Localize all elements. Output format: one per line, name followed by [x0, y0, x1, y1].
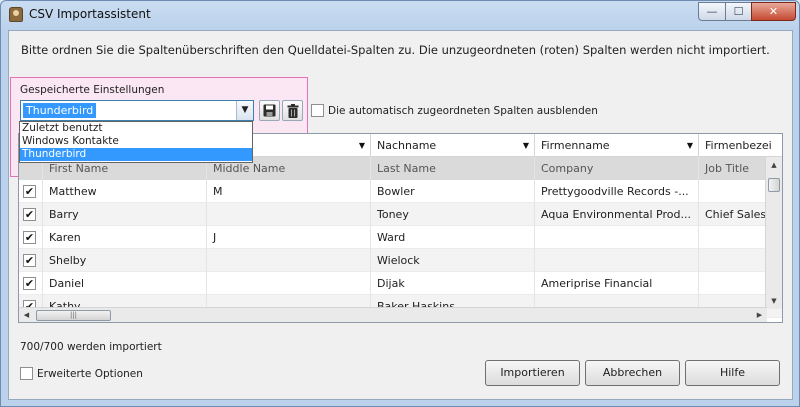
row-checkbox[interactable]: ✔: [23, 253, 36, 267]
import-button[interactable]: Importieren: [485, 360, 580, 386]
row-checkbox-cell[interactable]: ✔: [19, 203, 43, 226]
scroll-right-icon[interactable]: ▶: [752, 308, 767, 322]
hide-auto-mapped-option[interactable]: Die automatisch zugeordneten Spalten aus…: [311, 104, 598, 117]
header-label: Nachname: [377, 139, 437, 152]
chevron-down-icon[interactable]: ▼: [236, 101, 253, 120]
instruction-text: Bitte ordnen Sie die Spaltenüberschrifte…: [21, 43, 770, 57]
title-bar: CSV Importassistent — ☐ ✕: [1, 1, 799, 29]
table-cell: Aqua Environmental Prod...: [535, 203, 699, 226]
saved-settings-label: Gespeicherte Einstellungen: [20, 84, 165, 96]
vertical-scrollbar[interactable]: ▲ ▼: [765, 157, 782, 309]
app-icon: [9, 7, 23, 22]
row-checkbox[interactable]: ✔: [23, 276, 36, 290]
header-label: Firmenbezei: [705, 139, 772, 152]
table-cell: Matthew: [43, 180, 207, 203]
table-cell: Barry: [43, 203, 207, 226]
hide-auto-mapped-label: Die automatisch zugeordneten Spalten aus…: [328, 104, 598, 117]
table-cell: Daniel: [43, 272, 207, 295]
table-cell: [207, 249, 371, 272]
header-cell-last-name[interactable]: Nachname ▼: [371, 134, 535, 157]
row-checkbox-cell[interactable]: ✔: [19, 180, 43, 203]
horizontal-scroll-thumb[interactable]: |||: [36, 310, 111, 321]
row-checkbox-cell[interactable]: ✔: [19, 272, 43, 295]
row-checkbox-cell[interactable]: ✔: [19, 249, 43, 272]
table-cell: Wielock: [371, 249, 535, 272]
table-cell: Karen: [43, 226, 207, 249]
scroll-up-icon[interactable]: ▲: [766, 157, 782, 173]
help-button[interactable]: Hilfe: [685, 360, 780, 386]
header-label: Firmenname: [541, 139, 610, 152]
table-cell: Shelby: [43, 249, 207, 272]
horizontal-scrollbar[interactable]: ◀ ||| ▶: [19, 307, 767, 322]
chevron-down-icon[interactable]: ▼: [523, 134, 529, 156]
table-cell: [535, 226, 699, 249]
maximize-button[interactable]: ☐: [725, 2, 752, 21]
close-button[interactable]: ✕: [751, 2, 796, 21]
source-cell: Last Name: [371, 157, 535, 180]
delete-settings-button[interactable]: [282, 100, 303, 121]
table-cell: [207, 203, 371, 226]
table-cell: Bowler: [371, 180, 535, 203]
row-checkbox-cell[interactable]: ✔: [19, 226, 43, 249]
dropdown-item-thunderbird[interactable]: Thunderbird: [20, 148, 252, 161]
source-cell: Company: [535, 157, 699, 180]
import-status-text: 700/700 werden importiert: [20, 341, 162, 353]
minimize-button[interactable]: —: [698, 2, 726, 21]
table-cell: [535, 249, 699, 272]
cancel-button[interactable]: Abbrechen: [585, 360, 680, 386]
combobox-selected-value: Thunderbird: [23, 103, 97, 118]
window-title: CSV Importassistent: [29, 7, 151, 21]
chevron-down-icon[interactable]: ▼: [359, 134, 365, 156]
dialog-body: Bitte ordnen Sie die Spaltenüberschrifte…: [8, 30, 793, 400]
table-cell: M: [207, 180, 371, 203]
saved-settings-combobox[interactable]: Thunderbird ▼: [20, 100, 254, 121]
table-cell: Dijak: [371, 272, 535, 295]
floppy-disk-icon: [263, 104, 276, 117]
table-row[interactable]: ✔ Barry Toney Aqua Environmental Prod...…: [19, 203, 782, 226]
row-checkbox[interactable]: ✔: [23, 184, 36, 198]
advanced-options-option[interactable]: Erweiterte Optionen: [20, 367, 143, 380]
table-row[interactable]: ✔ Shelby Wielock: [19, 249, 782, 272]
table-cell: Toney: [371, 203, 535, 226]
row-checkbox[interactable]: ✔: [23, 207, 36, 221]
table-cell: Ameriprise Financial: [535, 272, 699, 295]
header-cell-job-title[interactable]: Firmenbezei: [699, 134, 782, 157]
advanced-options-checkbox[interactable]: [20, 367, 33, 380]
table-row[interactable]: ✔ Karen J Ward: [19, 226, 782, 249]
table-row[interactable]: ✔ Matthew M Bowler Prettygoodville Recor…: [19, 180, 782, 203]
trash-icon: [287, 103, 298, 118]
table-cell: Ward: [371, 226, 535, 249]
csv-import-dialog: CSV Importassistent — ☐ ✕ Bitte ordnen S…: [0, 0, 800, 407]
dropdown-item-windows-contacts[interactable]: Windows Kontakte: [20, 135, 252, 148]
header-cell-company[interactable]: Firmenname ▼: [535, 134, 699, 157]
saved-settings-dropdown-list: Zuletzt benutzt Windows Kontakte Thunder…: [19, 121, 253, 163]
row-checkbox[interactable]: ✔: [23, 230, 36, 244]
scroll-left-icon[interactable]: ◀: [19, 308, 34, 322]
save-settings-button[interactable]: [259, 100, 280, 121]
table-cell: [207, 272, 371, 295]
advanced-options-label: Erweiterte Optionen: [37, 367, 143, 380]
scroll-down-icon[interactable]: ▼: [766, 293, 782, 309]
table-cell: Prettygoodville Records -...: [535, 180, 699, 203]
hide-auto-mapped-checkbox[interactable]: [311, 104, 324, 117]
table-cell: J: [207, 226, 371, 249]
vertical-scroll-thumb[interactable]: [768, 178, 780, 192]
dropdown-item-recent[interactable]: Zuletzt benutzt: [20, 122, 252, 135]
chevron-down-icon[interactable]: ▼: [687, 134, 693, 156]
table-row[interactable]: ✔ Daniel Dijak Ameriprise Financial: [19, 272, 782, 295]
